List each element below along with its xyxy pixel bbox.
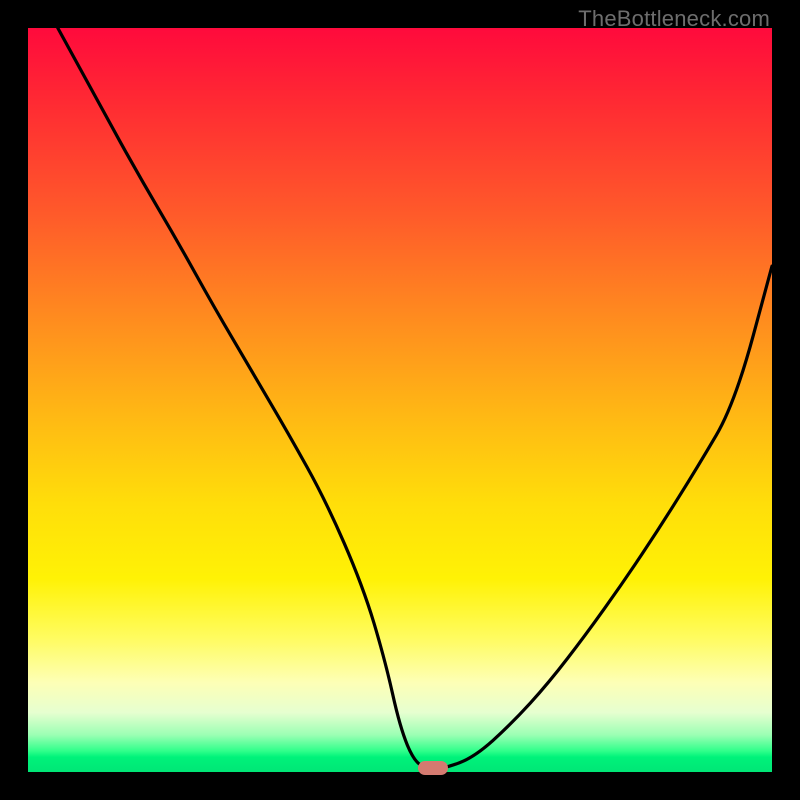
chart-plot-area [28,28,772,772]
minimum-marker [418,761,448,775]
bottleneck-curve [28,28,772,772]
outer-frame: TheBottleneck.com [0,0,800,800]
